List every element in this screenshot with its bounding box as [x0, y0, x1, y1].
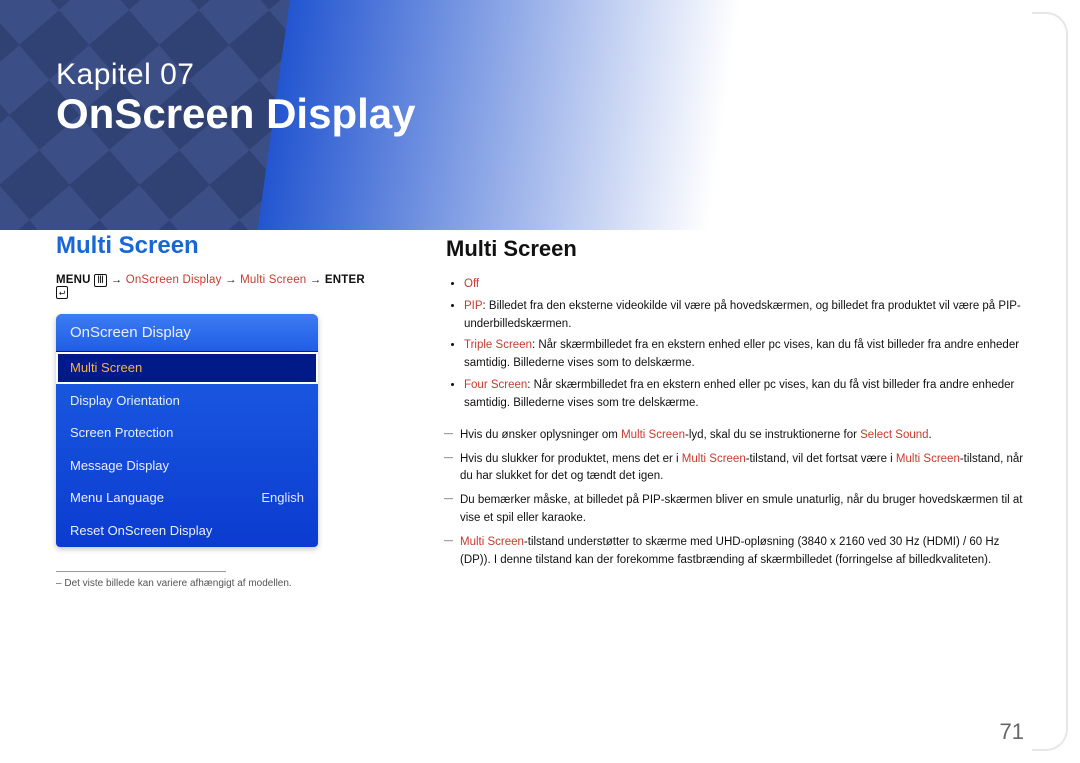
menu-item-label: Message Display	[70, 458, 169, 474]
menu-item-screen-protection[interactable]: Screen Protection	[56, 416, 318, 449]
breadcrumb-suffix: ENTER	[325, 274, 365, 286]
osd-menu-panel: OnScreen Display Multi Screen Display Or…	[56, 314, 318, 547]
menu-item-label: Menu Language	[70, 490, 164, 506]
option-four-screen: Four Screen: Når skærmbilledet fra en ek…	[464, 377, 1024, 417]
manual-page: Kapitel 07 OnScreen Display Multi Screen…	[0, 0, 1080, 763]
page-number: 71	[1000, 719, 1024, 745]
menu-item-message-display[interactable]: Message Display	[56, 449, 318, 482]
note-select-sound: Hvis du ønsker oplysninger om Multi Scre…	[446, 427, 1024, 445]
note-uhd: Multi Screen-tilstand understøtter to sk…	[446, 534, 1024, 570]
right-column: Multi Screen Off PIP: Billedet fra den e…	[446, 236, 1024, 575]
menu-item-label: Display Orientation	[70, 393, 180, 409]
option-pip: PIP: Billedet fra den eksterne videokild…	[464, 298, 1024, 338]
breadcrumb-prefix: MENU	[56, 274, 91, 286]
menu-header: OnScreen Display	[56, 314, 318, 351]
menu-item-display-orientation[interactable]: Display Orientation	[56, 384, 318, 417]
menu-item-menu-language[interactable]: Menu Language English	[56, 481, 318, 514]
note-pip-quality: Du bemærker måske, at billedet på PIP-sk…	[446, 492, 1024, 528]
menu-item-label: Multi Screen	[70, 360, 142, 376]
breadcrumb-part-2: Multi Screen	[240, 274, 306, 286]
breadcrumb-part-1: OnScreen Display	[126, 274, 222, 286]
section-title: Multi Screen	[56, 232, 366, 260]
footnote-text: – Det viste billede kan variere afhængig…	[56, 578, 366, 589]
menu-item-label: Screen Protection	[70, 425, 173, 441]
menu-item-multi-screen[interactable]: Multi Screen	[56, 351, 318, 384]
option-off: Off	[464, 276, 1024, 298]
menu-item-reset-osd[interactable]: Reset OnScreen Display	[56, 514, 318, 547]
right-title: Multi Screen	[446, 236, 1024, 262]
content-area: Multi Screen MENU Ⅲ → OnScreen Display →…	[56, 232, 1024, 723]
enter-icon: ↵	[56, 286, 68, 299]
option-triple-screen: Triple Screen: Når skærmbilledet fra en …	[464, 337, 1024, 377]
footnote-divider	[56, 571, 226, 572]
note-power-persist: Hvis du slukker for produktet, mens det …	[446, 451, 1024, 487]
option-list: Off PIP: Billedet fra den eksterne video…	[446, 276, 1024, 417]
chapter-number: Kapitel 07	[56, 58, 415, 92]
menu-item-label: Reset OnScreen Display	[70, 523, 212, 539]
chapter-heading: Kapitel 07 OnScreen Display	[56, 58, 415, 136]
left-column: Multi Screen MENU Ⅲ → OnScreen Display →…	[56, 232, 366, 589]
menu-icon: Ⅲ	[94, 274, 107, 287]
breadcrumb: MENU Ⅲ → OnScreen Display → Multi Screen…	[56, 274, 366, 298]
chapter-title: OnScreen Display	[56, 92, 415, 136]
menu-item-value: English	[261, 490, 304, 506]
